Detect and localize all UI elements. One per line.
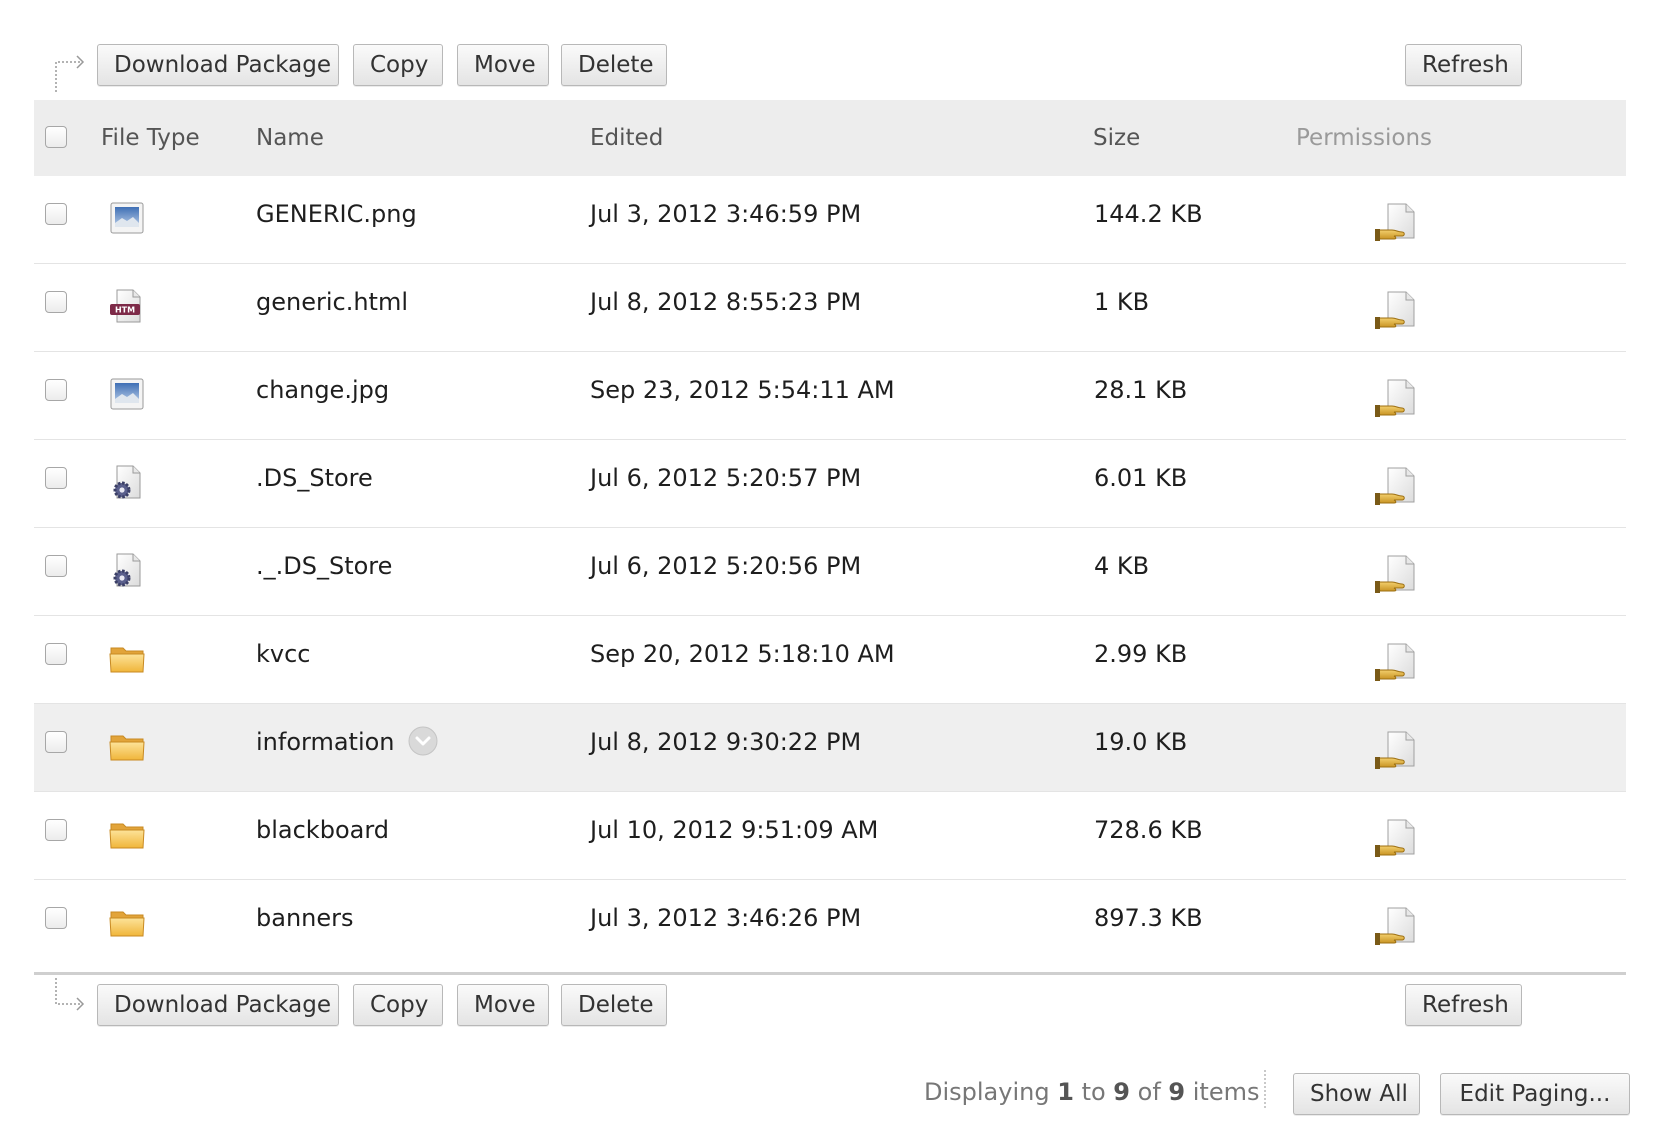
column-name[interactable]: Name [256,100,324,176]
table-row[interactable]: banners Jul 3, 2012 3:46:26 PM 897.3 KB [34,880,1626,968]
table-row[interactable]: information Jul 8, 2012 9:30:22 PM 19.0 … [34,704,1626,792]
file-name-link[interactable]: information [256,728,395,756]
download-package-button[interactable]: Download Package [97,984,339,1026]
permissions-icon[interactable] [1374,378,1418,420]
download-package-button[interactable]: Download Package [97,44,339,86]
file-size: 144.2 KB [1094,200,1203,228]
permissions-icon[interactable] [1374,818,1418,860]
row-checkbox[interactable] [45,555,67,577]
row-checkbox[interactable] [45,467,67,489]
image-file-icon [108,199,146,237]
file-size: 1 KB [1094,288,1150,316]
system-file-icon [108,551,146,589]
table-row[interactable]: .DS_Store Jul 6, 2012 5:20:57 PM 6.01 KB [34,440,1626,528]
move-button[interactable]: Move [457,44,549,86]
paging-of-word: of [1137,1078,1161,1106]
folder-icon [108,903,146,941]
column-edited[interactable]: Edited [590,100,663,176]
paging-suffix: items [1192,1078,1260,1106]
paging-to-word: to [1081,1078,1106,1106]
row-checkbox[interactable] [45,731,67,753]
copy-button[interactable]: Copy [353,984,443,1026]
tree-arrow-icon [55,978,85,1011]
tree-arrow-icon [55,55,85,92]
row-checkbox[interactable] [45,291,67,313]
copy-button[interactable]: Copy [353,44,443,86]
table-row[interactable]: HTM generic.html Jul 8, 2012 8:55:23 PM … [34,264,1626,352]
table-header: File Type Name Edited Size Permissions [34,100,1626,176]
table-bottom-border [34,972,1626,975]
paging-divider [1264,1070,1266,1108]
edited-date: Jul 3, 2012 3:46:26 PM [590,904,862,932]
table-row[interactable]: ._.DS_Store Jul 6, 2012 5:20:56 PM 4 KB [34,528,1626,616]
refresh-button[interactable]: Refresh [1405,44,1522,86]
chevron-down-icon[interactable] [408,726,438,756]
edited-date: Jul 3, 2012 3:46:59 PM [590,200,862,228]
permissions-icon[interactable] [1374,466,1418,508]
file-name-link[interactable]: ._.DS_Store [256,528,392,604]
permissions-icon[interactable] [1374,290,1418,332]
permissions-icon[interactable] [1374,642,1418,684]
file-name-link[interactable]: generic.html [256,264,408,340]
table-row[interactable]: GENERIC.png Jul 3, 2012 3:46:59 PM 144.2… [34,176,1626,264]
move-button[interactable]: Move [457,984,549,1026]
edited-date: Jul 8, 2012 8:55:23 PM [590,288,862,316]
column-size[interactable]: Size [1093,100,1140,176]
file-name-link[interactable]: banners [256,880,354,956]
edited-date: Jul 8, 2012 9:30:22 PM [590,728,862,756]
edited-date: Sep 20, 2012 5:18:10 AM [590,640,895,668]
file-name-link[interactable]: change.jpg [256,352,389,428]
permissions-icon[interactable] [1374,906,1418,948]
delete-button[interactable]: Delete [561,44,667,86]
edited-date: Jul 6, 2012 5:20:57 PM [590,464,862,492]
row-checkbox[interactable] [45,203,67,225]
file-size: 28.1 KB [1094,376,1188,404]
table-row[interactable]: kvcc Sep 20, 2012 5:18:10 AM 2.99 KB [34,616,1626,704]
column-permissions: Permissions [1296,125,1433,151]
paging-total: 9 [1168,1078,1186,1106]
show-all-button[interactable]: Show All [1293,1073,1420,1115]
table-row[interactable]: blackboard Jul 10, 2012 9:51:09 AM 728.6… [34,792,1626,880]
file-size: 6.01 KB [1094,464,1188,492]
delete-button[interactable]: Delete [561,984,667,1026]
paging-from: 1 [1057,1078,1074,1106]
permissions-icon[interactable] [1374,730,1418,772]
row-checkbox[interactable] [45,643,67,665]
row-checkbox[interactable] [45,379,67,401]
file-size: 19.0 KB [1094,728,1188,756]
file-size: 4 KB [1094,552,1150,580]
edited-date: Jul 10, 2012 9:51:09 AM [590,816,879,844]
file-name-link[interactable]: GENERIC.png [256,176,417,252]
html-file-icon: HTM [110,289,141,323]
paging-status: Displaying 1 to 9 of 9 items [924,1072,1260,1112]
folder-icon [108,727,146,765]
refresh-button[interactable]: Refresh [1405,984,1522,1026]
file-name-cell: information [256,704,438,780]
file-name-link[interactable]: .DS_Store [256,440,373,516]
table-row[interactable]: change.jpg Sep 23, 2012 5:54:11 AM 28.1 … [34,352,1626,440]
system-file-icon [108,463,146,501]
image-file-icon [108,375,146,413]
file-size: 728.6 KB [1094,816,1203,844]
edited-date: Sep 23, 2012 5:54:11 AM [590,376,895,404]
permissions-icon[interactable] [1374,202,1418,244]
select-all-checkbox[interactable] [45,126,67,148]
folder-icon [108,815,146,853]
edit-paging-button[interactable]: Edit Paging... [1440,1073,1630,1115]
file-name-link[interactable]: kvcc [256,616,311,692]
row-checkbox[interactable] [45,907,67,929]
html-icon-label: HTM [115,306,135,315]
column-file-type[interactable]: File Type [101,100,200,176]
folder-icon [108,639,146,677]
file-size: 897.3 KB [1094,904,1203,932]
paging-prefix: Displaying [924,1078,1050,1106]
row-checkbox[interactable] [45,819,67,841]
file-name-link[interactable]: blackboard [256,792,389,868]
edited-date: Jul 6, 2012 5:20:56 PM [590,552,862,580]
permissions-icon[interactable] [1374,554,1418,596]
paging-to: 9 [1113,1078,1130,1106]
file-size: 2.99 KB [1094,640,1188,668]
